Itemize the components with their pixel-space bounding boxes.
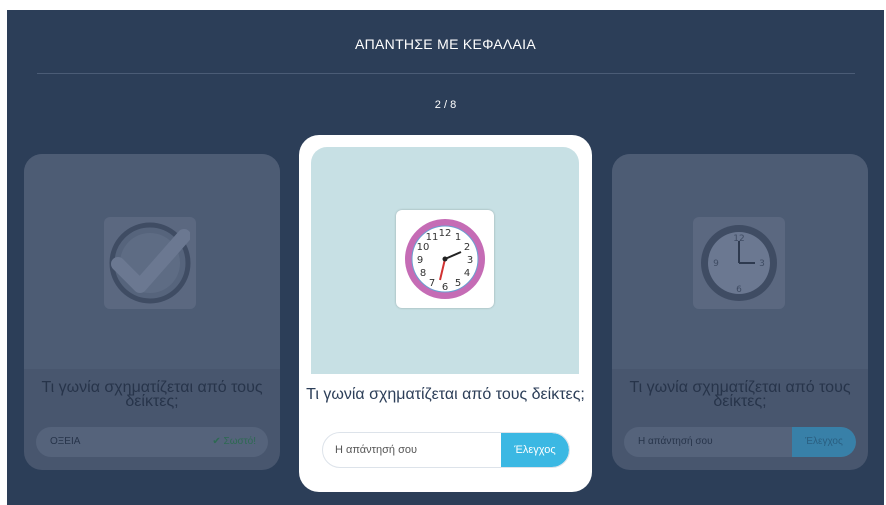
card-image-area: 12 3 6 9 [612,154,868,369]
svg-text:3: 3 [759,259,765,269]
svg-text:1: 1 [455,232,461,243]
answered-field: ΟΞΕΙΑ ✔ Σωστό! [36,427,268,457]
answer-input[interactable] [323,433,493,467]
card-image-area [24,154,280,369]
clock-icon: 12 3 6 9 [693,217,785,309]
quiz-panel: ΑΠΑΝΤΗΣΕ ΜΕ ΚΕΦΑΛΑΙΑ 2 / 8 Τι γωνία σχημ… [7,10,884,505]
svg-text:6: 6 [736,285,742,295]
answer-form: Η απάντησή σου Έλεγχος [624,427,856,457]
clock-icon: 12 1 2 3 4 5 6 7 8 9 10 11 [396,210,494,308]
svg-text:7: 7 [429,278,435,289]
svg-text:5: 5 [455,278,461,289]
current-question-card: 12 1 2 3 4 5 6 7 8 9 10 11 Τι γωνία σχημ… [299,135,592,492]
svg-text:10: 10 [417,242,430,253]
answer-placeholder: Η απάντησή σου [638,436,713,447]
correct-badge: ✔ Σωστό! [212,436,256,447]
question-counter: 2 / 8 [434,99,457,111]
check-button: Έλεγχος [792,427,856,457]
page-title: ΑΠΑΝΤΗΣΕ ΜΕ ΚΕΦΑΛΑΙΑ [354,36,537,52]
check-icon [111,229,190,293]
question-text: Τι γωνία σχηματίζεται από τους δείκτες; [306,386,585,403]
card-image-area: 12 1 2 3 4 5 6 7 8 9 10 11 [311,147,579,374]
previous-question-card[interactable]: Τι γωνία σχηματίζεται από τους δείκτες; … [24,154,280,470]
next-question-card[interactable]: 12 3 6 9 Τι γωνία σχηματίζεται από τους … [612,154,868,470]
svg-text:4: 4 [464,268,470,279]
answer-form: Έλεγχος [322,432,570,468]
question-text: Τι γωνία σχηματίζεται από τους δείκτες; [629,379,851,410]
svg-text:12: 12 [439,228,452,239]
divider [37,73,855,74]
svg-text:2: 2 [464,242,470,253]
svg-text:9: 9 [713,259,719,269]
answer-value: ΟΞΕΙΑ [50,436,81,447]
svg-text:3: 3 [467,255,473,266]
svg-text:9: 9 [417,255,423,266]
svg-text:6: 6 [442,282,448,293]
svg-text:8: 8 [420,268,426,279]
svg-text:11: 11 [426,232,439,243]
question-text: Τι γωνία σχηματίζεται από τους δείκτες; [41,379,263,410]
check-button[interactable]: Έλεγχος [501,433,569,467]
